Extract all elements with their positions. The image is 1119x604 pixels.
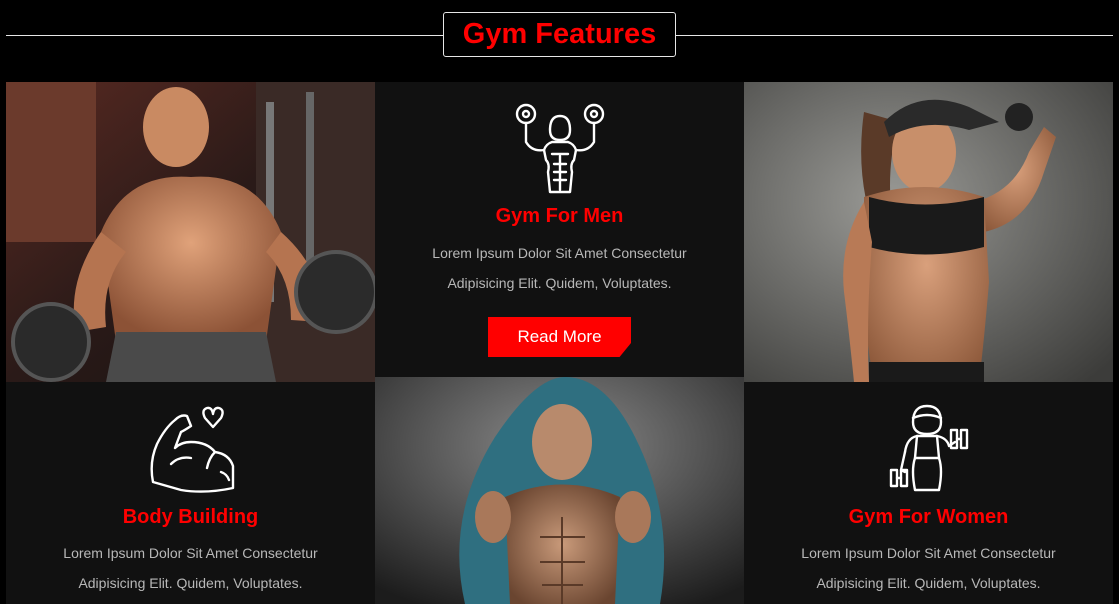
card-title: Body Building <box>122 506 259 528</box>
header-divider-right <box>676 35 1113 36</box>
card-description: Lorem Ipsum Dolor Sit Amet Consectetur A… <box>6 538 375 598</box>
card-gym-for-women: Gym For Women Lorem Ipsum Dolor Sit Amet… <box>744 382 1113 604</box>
header-divider-left <box>6 35 443 36</box>
card-body-building: Body Building Lorem Ipsum Dolor Sit Amet… <box>6 382 375 604</box>
card-title: Gym For Men <box>495 205 624 227</box>
card-description-line1: Lorem Ipsum Dolor Sit Amet Consectetur <box>432 245 687 261</box>
card-title: Gym For Women <box>848 506 1009 528</box>
muscle-man-dumbbells-icon <box>512 100 608 196</box>
card-description-line1: Lorem Ipsum Dolor Sit Amet Consectetur <box>801 545 1056 561</box>
read-more-button[interactable]: Read More <box>488 317 631 357</box>
card-description-line1: Lorem Ipsum Dolor Sit Amet Consectetur <box>63 545 318 561</box>
card-gym-for-men: Gym For Men Lorem Ipsum Dolor Sit Amet C… <box>375 82 744 377</box>
card-description: Lorem Ipsum Dolor Sit Amet Consectetur A… <box>744 538 1113 598</box>
photo-man-dumbbells <box>6 82 375 382</box>
flexed-arm-heart-icon <box>145 402 237 494</box>
card-description: Lorem Ipsum Dolor Sit Amet Consectetur A… <box>375 238 744 298</box>
section-title: Gym Features <box>462 18 657 50</box>
section-header: Gym Features <box>0 0 1119 82</box>
gym-features-section: Gym Features Gym For Men Lorem Ipsum Dol… <box>0 0 1119 604</box>
card-description-line2: Adipisicing Elit. Quidem, Voluptates. <box>816 575 1041 591</box>
card-description-line2: Adipisicing Elit. Quidem, Voluptates. <box>447 275 672 291</box>
card-description-line2: Adipisicing Elit. Quidem, Voluptates. <box>78 575 303 591</box>
photo-hooded-man <box>375 377 744 604</box>
photo-woman-flexing <box>744 82 1113 382</box>
woman-dumbbell-icon <box>883 400 975 494</box>
section-title-box: Gym Features <box>443 12 676 57</box>
